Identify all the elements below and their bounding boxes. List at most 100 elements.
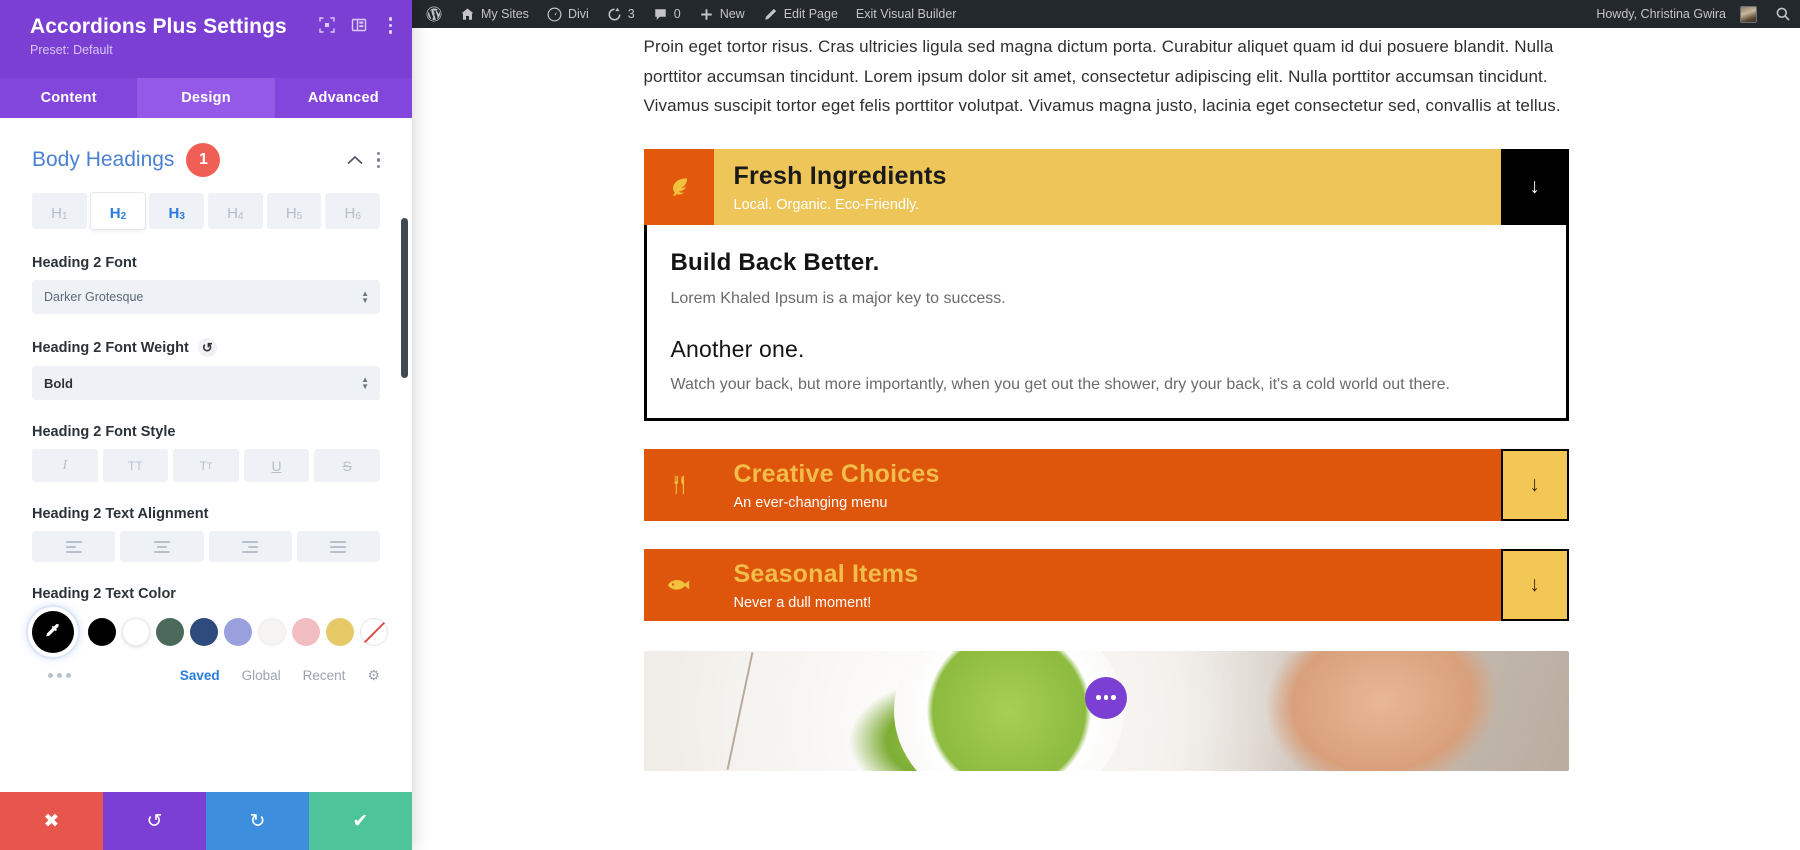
section-badge: 1 <box>186 143 221 177</box>
save-button[interactable]: ✔ <box>309 792 412 850</box>
add-module-fab[interactable] <box>1085 676 1127 719</box>
section-title: Body Headings <box>32 148 175 171</box>
discard-button[interactable]: ✖ <box>0 792 103 850</box>
expand-icon[interactable] <box>318 17 335 33</box>
heading-tab-h3[interactable]: H3 <box>149 193 205 229</box>
adminbar-exit-visual-builder[interactable]: Exit Visual Builder <box>847 0 966 28</box>
ellipsis-icon[interactable] <box>48 673 71 678</box>
heading-tab-h4[interactable]: H4 <box>208 193 263 229</box>
swatch-none[interactable] <box>360 618 388 646</box>
select-spinner-icon: ▲ ▼ <box>361 375 369 391</box>
accordion-header-fresh-ingredients[interactable]: Fresh Ingredients Local. Organic. Eco-Fr… <box>643 148 1569 225</box>
photo-detail-crack <box>726 651 753 770</box>
wordpress-logo-icon <box>426 6 442 22</box>
align-right-icon <box>242 540 259 553</box>
swatch-link-recent[interactable]: Recent <box>303 668 346 683</box>
swatch-gold[interactable] <box>326 618 354 646</box>
accordion-toggle-button[interactable]: ↓ <box>1500 148 1569 225</box>
swatch-meta-row: Saved Global Recent ⚙ <box>32 667 380 684</box>
font-weight-select[interactable]: Bold ▲ ▼ <box>32 366 380 400</box>
font-field-label: Heading 2 Font <box>32 255 380 271</box>
adminbar-edit-page-label: Edit Page <box>783 7 838 21</box>
section-more-icon[interactable] <box>376 151 380 169</box>
tab-design[interactable]: Design <box>137 78 275 118</box>
adminbar-divi[interactable]: Divi <box>538 0 598 28</box>
accordion-title: Fresh Ingredients <box>733 161 947 190</box>
align-left-button[interactable] <box>32 531 116 562</box>
heading-tab-h6[interactable]: H6 <box>325 193 381 229</box>
photo-detail-hand <box>1259 650 1508 771</box>
gear-icon[interactable]: ⚙ <box>367 667 380 684</box>
undo-button[interactable]: ↺ <box>103 792 206 850</box>
tab-content[interactable]: Content <box>0 78 137 118</box>
swatch-link-global[interactable]: Global <box>242 668 281 683</box>
adminbar-updates[interactable]: 3 <box>598 0 644 28</box>
adminbar-comments[interactable]: 0 <box>644 0 690 28</box>
swatch-green[interactable] <box>156 618 184 646</box>
adminbar-edit-page[interactable]: Edit Page <box>754 0 847 28</box>
fish-icon <box>643 548 714 621</box>
heading-tab-h1[interactable]: H1 <box>32 193 87 229</box>
swatch-white[interactable] <box>122 618 150 646</box>
settings-more-icon[interactable] <box>383 15 399 36</box>
select-spinner-icon: ▲ ▼ <box>361 289 369 305</box>
redo-button[interactable]: ↻ <box>206 792 309 850</box>
font-style-buttons: I TT TT U S <box>32 449 380 482</box>
heading-tab-h5[interactable]: H5 <box>266 193 322 229</box>
reset-icon[interactable]: ↺ <box>197 338 217 357</box>
adminbar-howdy[interactable]: Howdy, Christina Gwira <box>1582 0 1766 28</box>
color-swatch-row <box>32 611 388 653</box>
swatch-black[interactable] <box>88 618 116 646</box>
check-icon: ✔ <box>352 810 369 832</box>
settings-header: Accordions Plus Settings Preset: Default <box>0 0 412 78</box>
wp-admin-bar: My Sites Divi 3 0 New Edit Page Exit Vis… <box>412 0 1800 28</box>
update-icon <box>607 7 622 22</box>
swatch-pink[interactable] <box>292 618 320 646</box>
align-justify-button[interactable] <box>296 531 380 562</box>
accordion-toggle-button[interactable]: ↓ <box>1500 448 1569 521</box>
align-right-button[interactable] <box>208 531 292 562</box>
weight-field-label: Heading 2 Font Weight ↺ <box>32 338 380 357</box>
heading-tab-h2[interactable]: H2 <box>90 193 146 229</box>
style-strikethrough-button[interactable]: S <box>314 449 380 482</box>
adminbar-wordpress-logo[interactable] <box>412 0 451 28</box>
accordion-item-creative-choices[interactable]: Creative Choices An ever-changing menu ↓ <box>643 448 1569 521</box>
heading-level-tabs: H1 H2 H3 H4 H5 H6 <box>32 193 381 229</box>
adminbar-search[interactable] <box>1766 0 1800 28</box>
section-body-headings[interactable]: Body Headings 1 <box>32 143 380 177</box>
accordion-item-seasonal-items[interactable]: Seasonal Items Never a dull moment! ↓ <box>643 548 1569 621</box>
style-smallcaps-button[interactable]: TT <box>173 449 239 482</box>
settings-tabs: Content Design Advanced <box>0 78 412 118</box>
tab-advanced[interactable]: Advanced <box>275 78 412 118</box>
adminbar-my-sites[interactable]: My Sites <box>451 0 538 28</box>
content-paragraph-2: Watch your back, but more importantly, w… <box>670 375 1450 393</box>
eyedropper-swatch[interactable] <box>32 611 74 653</box>
swatch-offwhite[interactable] <box>258 618 286 646</box>
style-uppercase-button[interactable]: TT <box>102 449 169 482</box>
font-family-value: Darker Grotesque <box>44 290 144 304</box>
font-family-select[interactable]: Darker Grotesque ▲ ▼ <box>32 280 380 314</box>
avatar <box>1740 5 1757 23</box>
swatch-link-saved[interactable]: Saved <box>180 668 220 683</box>
accordion-toggle-button[interactable]: ↓ <box>1500 548 1569 621</box>
module-settings-panel: Accordions Plus Settings Preset: Default <box>0 0 412 850</box>
adminbar-new-label: New <box>719 7 745 21</box>
chevron-up-icon[interactable] <box>346 153 363 168</box>
content-paragraph-1: Lorem Khaled Ipsum is a major key to suc… <box>670 289 1006 307</box>
layout-icon[interactable] <box>351 17 367 33</box>
adminbar-updates-count: 3 <box>627 7 635 21</box>
align-left-icon <box>65 540 82 553</box>
color-label-text: Heading 2 Text Color <box>32 586 176 602</box>
style-italic-button[interactable]: I <box>32 449 98 482</box>
swatch-navy[interactable] <box>190 618 218 646</box>
swatch-links: Saved Global Recent ⚙ <box>180 667 380 684</box>
settings-scrollbar[interactable] <box>401 218 408 378</box>
accordion-subtitle: Local. Organic. Eco-Friendly. <box>733 196 920 213</box>
adminbar-new[interactable]: New <box>690 0 754 28</box>
style-underline-button[interactable]: U <box>243 449 310 482</box>
swatch-periwinkle[interactable] <box>224 618 252 646</box>
align-center-button[interactable] <box>120 531 204 562</box>
adminbar-right: Howdy, Christina Gwira <box>1582 0 1800 28</box>
preset-selector[interactable]: Preset: Default <box>30 43 394 57</box>
content-heading-2: Another one. <box>670 335 805 362</box>
